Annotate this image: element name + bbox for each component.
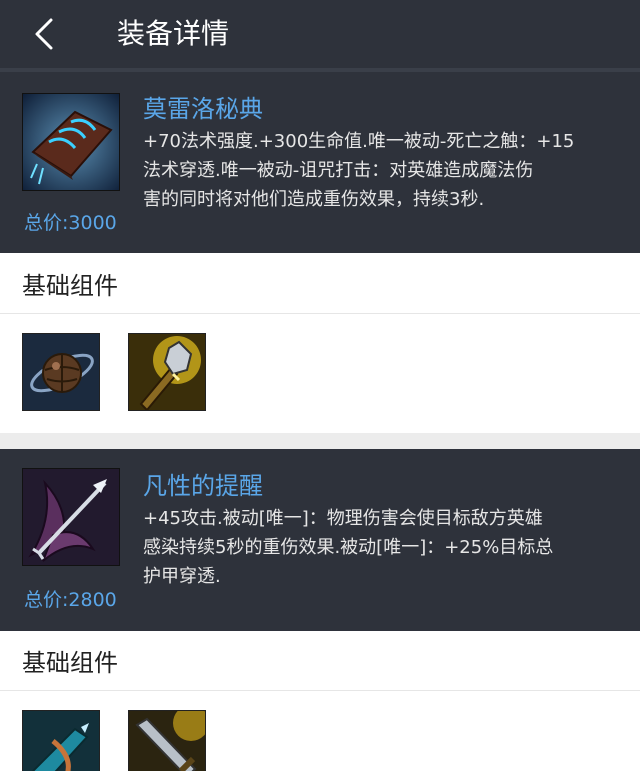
cursed-tome-icon: [22, 93, 120, 191]
item-price: 总价:3000: [24, 212, 117, 234]
item-price: 总价:2800: [24, 589, 117, 611]
mortal-reminder-icon: [22, 468, 120, 566]
item-card-mortal-reminder[interactable]: 凡性的提醒 +45攻击.被动[唯一]：物理伤害会使目标敌方英雄 感染持续5秒的重…: [0, 449, 640, 631]
components-row: [0, 315, 640, 433]
golden-scepter-icon[interactable]: [128, 333, 206, 411]
app-header: 装备详情: [0, 0, 640, 68]
page-title: 装备详情: [117, 17, 230, 50]
item-card-morello[interactable]: 莫雷洛秘典 +70法术强度.+300生命值.唯一被动-死亡之触：+15 法术穿透…: [0, 72, 640, 253]
item-name: 莫雷洛秘典: [143, 95, 263, 123]
item-name: 凡性的提醒: [143, 472, 263, 500]
components-section-header: 基础组件: [0, 258, 640, 314]
teal-crossbow-icon[interactable]: [22, 710, 100, 771]
section-title: 基础组件: [22, 649, 118, 677]
item-description: +45攻击.被动[唯一]：物理伤害会使目标敌方英雄 感染持续5秒的重伤效果.被动…: [143, 508, 554, 587]
chevron-left-icon: [35, 18, 53, 50]
section-gap: [0, 433, 640, 449]
components-row: [0, 692, 640, 771]
components-section-header: 基础组件: [0, 635, 640, 691]
orb-amulet-icon[interactable]: [22, 333, 100, 411]
item-description: +70法术强度.+300生命值.唯一被动-死亡之触：+15 法术穿透.唯一被动-…: [143, 131, 575, 210]
section-title: 基础组件: [22, 272, 118, 300]
back-button[interactable]: [24, 14, 64, 54]
steel-sword-icon[interactable]: [128, 710, 206, 771]
